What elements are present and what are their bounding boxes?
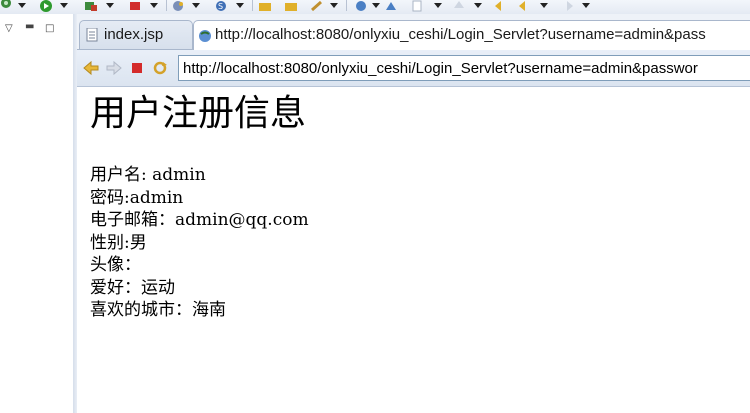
next-annotation-button[interactable] (384, 0, 398, 11)
chevron-down-icon[interactable] (540, 3, 548, 8)
gender-line: 性别:男 (90, 232, 147, 253)
open-folder-icon (259, 3, 271, 11)
tab-internal-browser[interactable]: http://localhost:8080/onlyxiu_ceshi/Logi… (193, 20, 750, 50)
web-service-icon: S (216, 1, 226, 11)
username-line: 用户名: admin (90, 165, 206, 185)
stop-server-icon (130, 2, 140, 10)
chevron-down-icon[interactable] (434, 3, 442, 8)
debug-icon (1, 0, 11, 8)
tab-label: http://localhost:8080/onlyxiu_ceshi/Logi… (215, 26, 706, 43)
chevron-down-icon[interactable] (106, 3, 114, 8)
previous-annotation-icon (412, 0, 422, 12)
next-annotation-icon (386, 2, 396, 10)
browser-nav-bar: http://localhost:8080/onlyxiu_ceshi/Logi… (77, 50, 750, 87)
forward-icon[interactable] (106, 60, 122, 76)
main-toolbar: S (0, 0, 750, 14)
open-type-icon (285, 3, 297, 11)
toolbar-separator (252, 0, 253, 11)
open-type-button[interactable] (284, 0, 298, 11)
stop-server-button[interactable] (128, 0, 142, 11)
left-view-header: ▽ ▬ □ (0, 14, 73, 46)
refresh-icon[interactable] (152, 60, 168, 76)
search-icon (311, 0, 322, 12)
jsp-file-icon (86, 28, 98, 42)
chevron-down-icon[interactable] (18, 3, 26, 8)
external-tools-button[interactable] (84, 0, 98, 11)
left-view-panel: ▽ ▬ □ (0, 14, 74, 413)
chevron-down-icon[interactable] (236, 3, 244, 8)
chevron-down-icon[interactable] (150, 3, 158, 8)
forward-history-button[interactable] (518, 0, 532, 11)
svg-text:S: S (218, 2, 223, 11)
external-tools-icon (85, 2, 97, 11)
globe-icon (199, 30, 211, 42)
password-line: 密码:admin (90, 187, 184, 208)
page-title: 用户注册信息 (90, 93, 307, 134)
minimize-icon[interactable]: ▬ (25, 22, 34, 32)
back-button[interactable] (494, 0, 508, 11)
chevron-down-icon[interactable] (582, 3, 590, 8)
chevron-down-icon[interactable] (330, 3, 338, 8)
tab-label: index.jsp (104, 26, 164, 43)
toolbar-separator (346, 0, 347, 11)
back-icon[interactable] (83, 60, 99, 76)
stop-icon[interactable] (129, 60, 145, 76)
chevron-down-icon[interactable] (192, 3, 200, 8)
globe-button[interactable] (354, 0, 368, 11)
run-button[interactable] (40, 0, 52, 12)
next-button[interactable] (560, 0, 574, 11)
forward-icon (519, 1, 525, 11)
info-list: 用户名: admin 密码:admin 电子邮箱：admin@qq.com 性别… (90, 164, 750, 322)
avatar-line: 头像： (90, 255, 141, 275)
view-menu-icon[interactable]: ▽ (5, 24, 13, 34)
hobby-line: 爱好：运动 (90, 277, 175, 298)
new-wizard-icon (173, 1, 183, 11)
page-content: 用户注册信息 用户名: admin 密码:admin 电子邮箱：admin@qq… (90, 88, 750, 413)
chevron-down-icon[interactable] (372, 3, 380, 8)
search-button[interactable] (310, 0, 324, 12)
run-icon (40, 0, 52, 12)
city-line: 喜欢的城市：海南 (90, 300, 226, 320)
toolbar-separator (166, 0, 167, 11)
web-service-button[interactable]: S (214, 0, 228, 11)
globe-icon (356, 1, 366, 11)
back-icon (495, 1, 501, 11)
tab-index-jsp[interactable]: index.jsp (79, 20, 193, 49)
last-edit-icon (454, 1, 464, 8)
new-wizard-button[interactable] (172, 0, 186, 11)
open-folder-button[interactable] (258, 0, 272, 11)
last-edit-button[interactable] (452, 0, 466, 11)
email-line: 电子邮箱：admin@qq.com (90, 210, 309, 230)
url-input[interactable]: http://localhost:8080/onlyxiu_ceshi/Logi… (178, 55, 750, 81)
next-icon (567, 1, 573, 11)
chevron-down-icon[interactable] (60, 3, 68, 8)
previous-annotation-button[interactable] (410, 0, 424, 12)
chevron-down-icon[interactable] (474, 3, 482, 8)
editor-tab-bar: index.jsp http://localhost:8080/onlyxiu_… (77, 14, 750, 50)
maximize-icon[interactable]: □ (45, 24, 54, 34)
